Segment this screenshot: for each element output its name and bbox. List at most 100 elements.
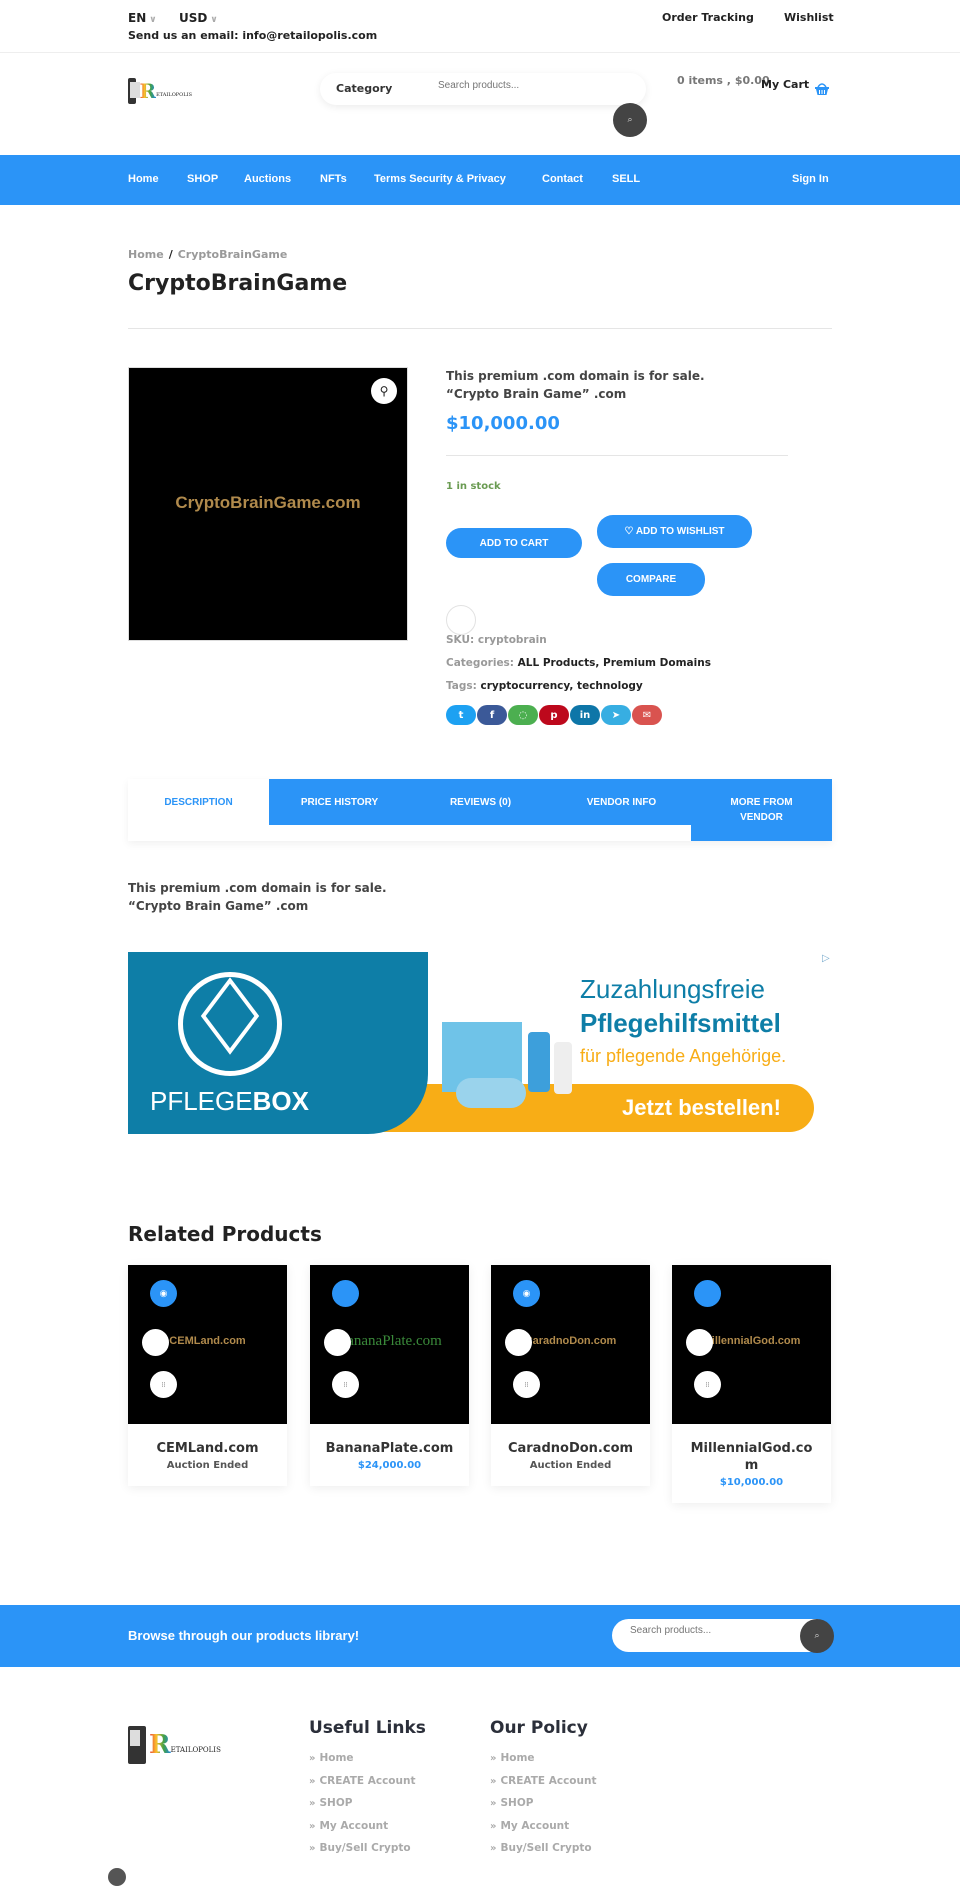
- language-selector[interactable]: EN ∨: [128, 11, 157, 25]
- logo-phone-icon: [128, 1726, 146, 1764]
- product-card-name[interactable]: CEMLand.com: [128, 1424, 287, 1457]
- footer-link[interactable]: » Buy/Sell Crypto: [309, 1842, 416, 1865]
- wishlist-button[interactable]: [686, 1329, 713, 1356]
- quick-view-button[interactable]: ◉: [150, 1280, 177, 1307]
- compare-button[interactable]: ⁞⁞: [332, 1371, 359, 1398]
- pinterest-share-icon[interactable]: p: [539, 705, 569, 725]
- compare-button[interactable]: ⁞⁞: [513, 1371, 540, 1398]
- email-share-icon[interactable]: ✉: [632, 705, 662, 725]
- chevron-right-icon: »: [490, 1798, 497, 1809]
- product-card[interactable]: CaradnoDon.com ◉ ⁞⁞ CaradnoDon.com Aucti…: [491, 1265, 650, 1486]
- page-title: CryptoBrainGame: [128, 271, 348, 296]
- product-image[interactable]: CryptoBrainGame.com ⚲: [128, 367, 408, 641]
- tab-more-from-vendor[interactable]: MORE FROM VENDOR: [691, 779, 832, 841]
- basket-icon[interactable]: [814, 82, 830, 96]
- site-logo[interactable]: R ETAILOPOLIS: [128, 76, 192, 106]
- product-card-name[interactable]: BananaPlate.com: [310, 1424, 469, 1457]
- footer-link-label: My Account: [500, 1819, 570, 1832]
- tab-vendor-info[interactable]: VENDOR INFO: [551, 779, 692, 825]
- wishlist-link[interactable]: Wishlist: [784, 11, 834, 24]
- advertisement-banner[interactable]: PFLEGEBOX Zuzahlungsfreie Pflegehilfsmit…: [128, 952, 832, 1134]
- footer-logo[interactable]: R ETAILOPOLIS: [128, 1726, 221, 1764]
- quick-view-button[interactable]: ◉: [513, 1280, 540, 1307]
- nav-contact[interactable]: Contact: [542, 173, 583, 185]
- product-categories: Categories: ALL Products, Premium Domain…: [446, 657, 711, 669]
- footer-link[interactable]: » Home: [309, 1752, 416, 1775]
- footer-link-label: Buy/Sell Crypto: [500, 1842, 592, 1854]
- wishlist-button[interactable]: [142, 1329, 169, 1356]
- product-card-status: Auction Ended: [166, 1460, 249, 1471]
- nav-home[interactable]: Home: [128, 173, 159, 185]
- currency-selector[interactable]: USD ∨: [179, 11, 218, 25]
- tags-links[interactable]: cryptocurrency, technology: [481, 680, 643, 692]
- footer-link[interactable]: » CREATE Account: [309, 1775, 416, 1798]
- chevron-down-icon: ∨: [149, 15, 157, 25]
- twitter-share-icon[interactable]: t: [446, 705, 476, 725]
- footer-link[interactable]: » CREATE Account: [490, 1775, 597, 1798]
- quick-view-button[interactable]: [332, 1280, 359, 1307]
- product-card-image[interactable]: CaradnoDon.com ◉ ⁞⁞: [491, 1265, 650, 1424]
- nav-nfts[interactable]: NFTs: [320, 173, 347, 185]
- footer-link[interactable]: » My Account: [309, 1820, 416, 1843]
- category-dropdown[interactable]: Category: [336, 82, 392, 95]
- ad-cta[interactable]: Jetzt bestellen!: [622, 1095, 781, 1121]
- footer-link-label: Home: [319, 1752, 354, 1764]
- product-card-image[interactable]: CEMLand.com ◉ ⁞⁞: [128, 1265, 287, 1424]
- footer-link[interactable]: » Buy/Sell Crypto: [490, 1842, 597, 1865]
- product-card-image[interactable]: MillennialGod.com ⁞⁞: [672, 1265, 831, 1424]
- product-card[interactable]: BananaPlate.com ⁞⁞ BananaPlate.com $24,0…: [310, 1265, 469, 1486]
- nav-shop[interactable]: SHOP: [187, 173, 218, 185]
- compare-button[interactable]: COMPARE: [597, 563, 705, 596]
- nav-terms[interactable]: Terms Security & Privacy: [374, 173, 506, 185]
- product-card[interactable]: CEMLand.com ◉ ⁞⁞ CEMLand.com Auction End…: [128, 1265, 287, 1486]
- compare-button[interactable]: ⁞⁞: [694, 1371, 721, 1398]
- footer-link[interactable]: » SHOP: [490, 1797, 597, 1820]
- footer-search-input[interactable]: [630, 1625, 790, 1636]
- vendor-avatar[interactable]: [446, 605, 476, 635]
- footer-link[interactable]: » Home: [490, 1752, 597, 1775]
- compare-button[interactable]: ⁞⁞: [150, 1371, 177, 1398]
- contact-email[interactable]: Send us an email: info@retailopolis.com: [128, 29, 377, 42]
- search-input[interactable]: [438, 75, 628, 95]
- categories-links[interactable]: ALL Products, Premium Domains: [518, 657, 711, 669]
- zoom-image-button[interactable]: ⚲: [371, 378, 397, 404]
- my-cart-link[interactable]: My Cart: [761, 78, 809, 91]
- wishlist-button[interactable]: [505, 1329, 532, 1356]
- product-card-status: Auction Ended: [529, 1460, 612, 1471]
- search-button[interactable]: ⌕: [613, 103, 647, 137]
- facebook-share-icon[interactable]: f: [477, 705, 507, 725]
- whatsapp-share-icon[interactable]: ◌: [508, 705, 538, 725]
- ad-subline: für pflegende Angehörige.: [580, 1046, 787, 1066]
- tab-reviews[interactable]: REVIEWS (0): [410, 779, 551, 825]
- sku-value: cryptobrain: [477, 634, 547, 646]
- product-card[interactable]: MillennialGod.com ⁞⁞ MillennialGod.com $…: [672, 1265, 831, 1503]
- wishlist-button[interactable]: [324, 1329, 351, 1356]
- compare-icon: ⁞⁞: [343, 1380, 348, 1389]
- footer-link[interactable]: » My Account: [490, 1820, 597, 1843]
- add-to-wishlist-button[interactable]: ♡ ADD TO WISHLIST: [597, 515, 752, 548]
- logo-letter: R: [139, 79, 157, 103]
- footer-link-label: Home: [500, 1752, 535, 1764]
- breadcrumb-home[interactable]: Home: [128, 248, 164, 261]
- add-to-cart-button[interactable]: ADD TO CART: [446, 528, 582, 558]
- footer-search-button[interactable]: ⌕: [800, 1619, 834, 1653]
- sku-label: SKU:: [446, 634, 475, 646]
- product-card-name[interactable]: MillennialGod.com: [672, 1424, 831, 1474]
- sign-in-link[interactable]: Sign In: [792, 173, 829, 185]
- nav-sell[interactable]: SELL: [612, 173, 640, 185]
- nav-auctions[interactable]: Auctions: [244, 173, 291, 185]
- tab-description[interactable]: DESCRIPTION: [128, 779, 269, 825]
- order-tracking-link[interactable]: Order Tracking: [662, 11, 754, 24]
- product-card-image[interactable]: BananaPlate.com ⁞⁞: [310, 1265, 469, 1424]
- adchoices-icon[interactable]: ▷: [822, 953, 830, 964]
- tab-price-history[interactable]: PRICE HISTORY: [269, 779, 410, 825]
- cart-summary[interactable]: 0 items , $0.00: [677, 74, 770, 87]
- quick-view-button[interactable]: [694, 1280, 721, 1307]
- logo-letter: R: [149, 1730, 171, 1760]
- scroll-to-top-button[interactable]: [108, 1868, 126, 1886]
- product-card-name[interactable]: CaradnoDon.com: [491, 1424, 650, 1457]
- linkedin-share-icon[interactable]: in: [570, 705, 600, 725]
- ad-brand: PFLEGEBOX: [150, 1086, 309, 1117]
- footer-link[interactable]: » SHOP: [309, 1797, 416, 1820]
- telegram-share-icon[interactable]: ➤: [601, 705, 631, 725]
